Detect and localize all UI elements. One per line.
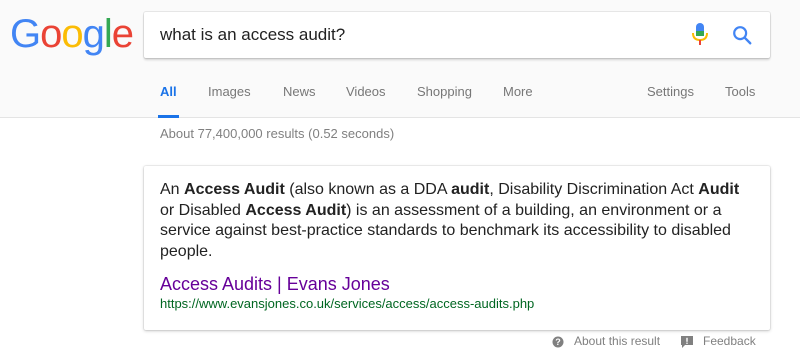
microphone-icon[interactable]	[692, 23, 708, 49]
tab-settings[interactable]: Settings	[647, 84, 694, 118]
snippet-text: An Access Audit (also known as a DDA aud…	[160, 180, 752, 262]
snippet-segment: An	[160, 181, 185, 198]
logo-letter: e	[111, 12, 134, 56]
logo-letter: g	[82, 12, 105, 56]
logo-letter: o	[40, 12, 62, 56]
tab-shopping[interactable]: Shopping	[417, 84, 472, 118]
result-url: https://www.evansjones.co.uk/services/ac…	[160, 296, 535, 311]
search-box	[144, 12, 770, 58]
snippet-segment-bold: Access Audit	[184, 181, 285, 198]
search-header: Google All Images News Videos Shopping M…	[0, 0, 800, 118]
snippet-segment-bold: Access Audit	[245, 201, 347, 219]
svg-text:?: ?	[555, 337, 561, 347]
result-title-link[interactable]: Access Audits | Evans Jones	[160, 274, 390, 295]
feedback-label: Feedback	[703, 334, 756, 348]
search-tabs: All Images News Videos Shopping More Set…	[0, 78, 800, 118]
tab-all[interactable]: All	[158, 84, 179, 118]
search-icon[interactable]	[731, 24, 753, 46]
tab-tools[interactable]: Tools	[725, 84, 755, 118]
snippet-segment: , Disability Discrimination Act	[489, 181, 699, 198]
snippet-segment-bold: audit	[451, 181, 490, 198]
feedback-link[interactable]: Feedback	[703, 334, 756, 348]
logo-letter: G	[10, 12, 41, 56]
about-label: About this result	[574, 334, 661, 348]
logo-letter: o	[61, 12, 83, 56]
tab-news[interactable]: News	[283, 84, 316, 118]
google-logo[interactable]: Google	[10, 12, 134, 56]
featured-snippet-card: An Access Audit (also known as a DDA aud…	[144, 166, 770, 330]
logo-letter: l	[103, 12, 113, 56]
result-stats: About 77,400,000 results (0.52 seconds)	[160, 126, 395, 141]
tab-more[interactable]: More	[503, 84, 533, 118]
search-input[interactable]	[160, 12, 680, 58]
snippet-segment: or Disabled	[160, 201, 246, 219]
tab-videos[interactable]: Videos	[346, 84, 386, 118]
tab-images[interactable]: Images	[208, 84, 251, 118]
about-this-result-link[interactable]: About this result	[574, 334, 660, 348]
snippet-segment-bold: Audit	[698, 181, 740, 198]
info-icon: ?	[552, 336, 564, 348]
feedback-icon	[681, 336, 693, 348]
snippet-segment: (also known as a DDA	[284, 181, 452, 198]
